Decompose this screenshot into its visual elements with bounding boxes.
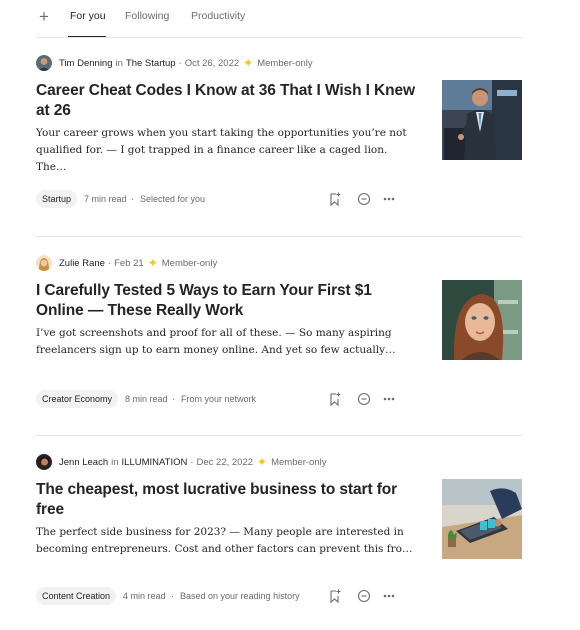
read-time: 7 min read (84, 194, 127, 204)
separator: · (171, 591, 174, 601)
article-footer: Content Creation 4 min read · Based on y… (36, 587, 416, 605)
recommendation-reason: From your network (181, 394, 257, 404)
active-tab-indicator (68, 36, 106, 37)
article-title[interactable]: I Carefully Tested 5 Ways to Earn Your F… (36, 281, 416, 321)
article-excerpt[interactable]: Your career grows when you start taking … (36, 125, 416, 176)
topic-chip[interactable]: Content Creation (36, 587, 117, 605)
article-meta: Jenn Leach in ILLUMINATION · Dec 22, 202… (36, 454, 327, 470)
more-dots-icon[interactable] (381, 391, 397, 407)
member-only-label: Member-only (257, 57, 313, 69)
author-name[interactable]: Zulie Rane (59, 258, 105, 269)
article-footer: Creator Economy 8 min read · From your n… (36, 390, 416, 408)
plus-icon[interactable]: + (36, 5, 52, 29)
avatar[interactable] (36, 454, 52, 470)
more-dots-icon[interactable] (381, 588, 397, 604)
more-dots-icon[interactable] (381, 191, 397, 207)
publication-name[interactable]: The Startup (126, 58, 176, 69)
topic-chip[interactable]: Startup (36, 190, 78, 208)
read-time: 8 min read (125, 394, 168, 404)
article-card[interactable]: Zulie Rane · Feb 21 ✦ Member-only I Care… (36, 236, 522, 435)
recommendation-reason: Selected for you (140, 194, 206, 204)
article-thumbnail[interactable] (442, 479, 522, 559)
recommendation-reason: Based on your reading history (180, 591, 300, 601)
avatar[interactable] (36, 55, 52, 71)
article-title[interactable]: Career Cheat Codes I Know at 36 That I W… (36, 81, 416, 121)
article-excerpt[interactable]: I’ve got screenshots and proof for all o… (36, 325, 416, 359)
article-card[interactable]: Tim Denning in The Startup · Oct 26, 202… (36, 39, 522, 236)
article-meta: Tim Denning in The Startup · Oct 26, 202… (36, 55, 313, 71)
publish-date: Feb 21 (114, 257, 144, 269)
author-name[interactable]: Jenn Leach (59, 457, 108, 468)
article-thumbnail[interactable] (442, 280, 522, 360)
member-only-label: Member-only (161, 257, 218, 269)
in-label: in (115, 57, 123, 69)
separator: · (190, 456, 194, 468)
article-thumbnail[interactable] (442, 80, 522, 160)
bookmark-add-icon[interactable] (327, 191, 343, 207)
member-only-label: Member-only (271, 456, 327, 468)
topic-chip[interactable]: Creator Economy (36, 390, 119, 408)
tab-productivity[interactable]: Productivity (191, 10, 245, 22)
publication-name[interactable]: ILLUMINATION (122, 457, 188, 468)
separator: · (131, 194, 134, 204)
read-time: 4 min read (123, 591, 166, 601)
bookmark-add-icon[interactable] (327, 391, 343, 407)
article-footer: Startup 7 min read · Selected for you (36, 190, 416, 208)
article-meta: Zulie Rane · Feb 21 ✦ Member-only (36, 255, 217, 271)
minus-circle-icon[interactable] (356, 191, 372, 207)
avatar[interactable] (36, 255, 52, 271)
star-icon: ✦ (243, 56, 254, 70)
article-title[interactable]: The cheapest, most lucrative business to… (36, 480, 416, 520)
separator: · (107, 257, 112, 269)
publish-date: Oct 26, 2022 (184, 57, 240, 69)
article-card[interactable]: Jenn Leach in ILLUMINATION · Dec 22, 202… (36, 435, 522, 630)
minus-circle-icon[interactable] (356, 588, 372, 604)
author-name[interactable]: Tim Denning (59, 58, 113, 69)
article-excerpt[interactable]: The perfect side business for 2023? — Ma… (36, 524, 416, 558)
minus-circle-icon[interactable] (356, 391, 372, 407)
star-icon: ✦ (147, 256, 158, 270)
separator: · (178, 57, 182, 69)
bookmark-add-icon[interactable] (327, 588, 343, 604)
feed-tabs: + For you Following Productivity (36, 0, 522, 38)
tab-for-you[interactable]: For you (70, 10, 106, 22)
tab-following[interactable]: Following (125, 10, 169, 22)
separator: · (172, 394, 175, 404)
in-label: in (111, 456, 119, 468)
star-icon: ✦ (257, 455, 268, 469)
publish-date: Dec 22, 2022 (196, 456, 254, 468)
